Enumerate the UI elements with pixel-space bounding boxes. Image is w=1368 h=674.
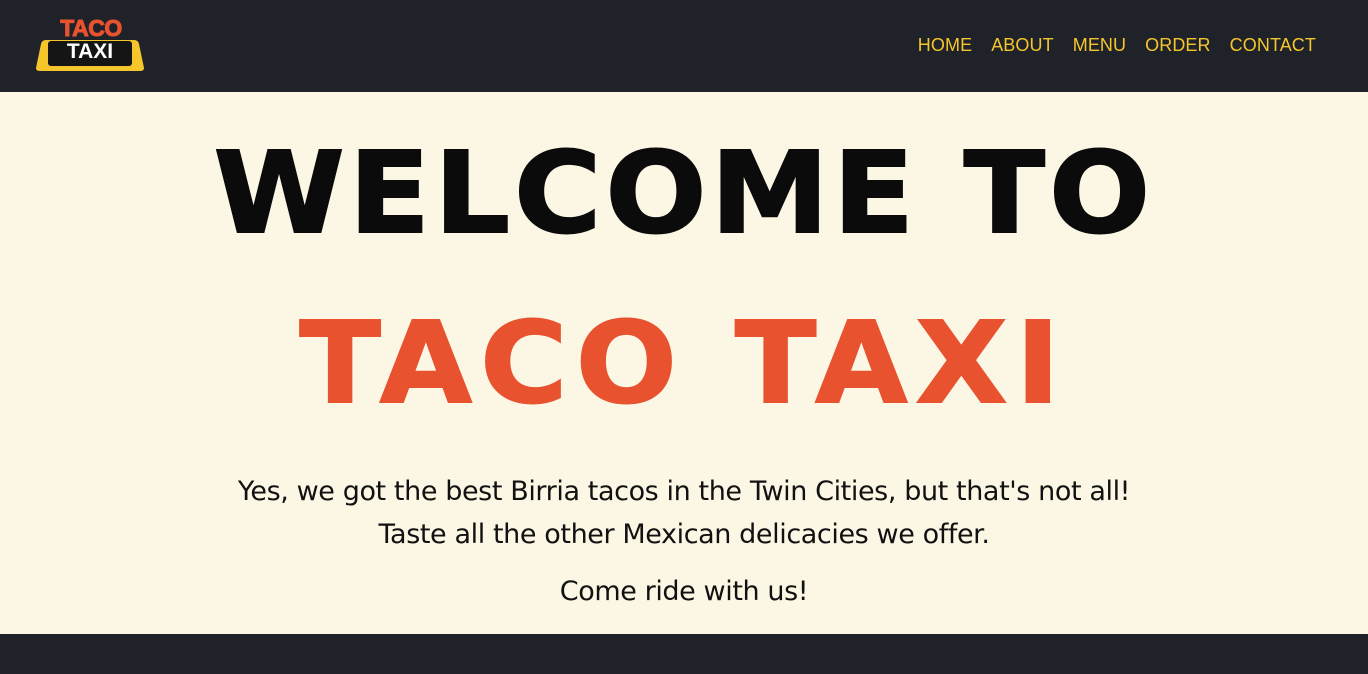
- hero-section: WELCOME TO TACO TAXI Yes, we got the bes…: [0, 92, 1368, 634]
- taco-taxi-logo[interactable]: TACO TAXI: [34, 15, 146, 73]
- logo-top-text: TACO: [60, 15, 123, 41]
- nav-link-home[interactable]: HOME: [918, 35, 972, 56]
- nav-link-order[interactable]: ORDER: [1145, 35, 1211, 56]
- nav-link-about[interactable]: ABOUT: [991, 35, 1054, 56]
- hero-headline-welcome: WELCOME TO: [213, 129, 1155, 259]
- footer-bar: [0, 634, 1368, 674]
- nav-link-contact[interactable]: CONTACT: [1230, 35, 1316, 56]
- hero-call-to-action: Come ride with us!: [559, 576, 809, 607]
- tagline-line-2: Taste all the other Mexican delicacies w…: [378, 519, 990, 550]
- tagline-line-1: Yes, we got the best Birria tacos in the…: [237, 476, 1131, 507]
- main-nav: HOME ABOUT MENU ORDER CONTACT: [918, 35, 1316, 56]
- nav-link-menu[interactable]: MENU: [1073, 35, 1126, 56]
- logo-bottom-text: TAXI: [66, 40, 114, 63]
- hero-headline-brand: TACO TAXI: [299, 299, 1069, 429]
- hero-tagline: Yes, we got the best Birria tacos in the…: [0, 470, 1368, 556]
- navbar: TACO TAXI HOME ABOUT MENU ORDER CONTACT: [0, 0, 1368, 92]
